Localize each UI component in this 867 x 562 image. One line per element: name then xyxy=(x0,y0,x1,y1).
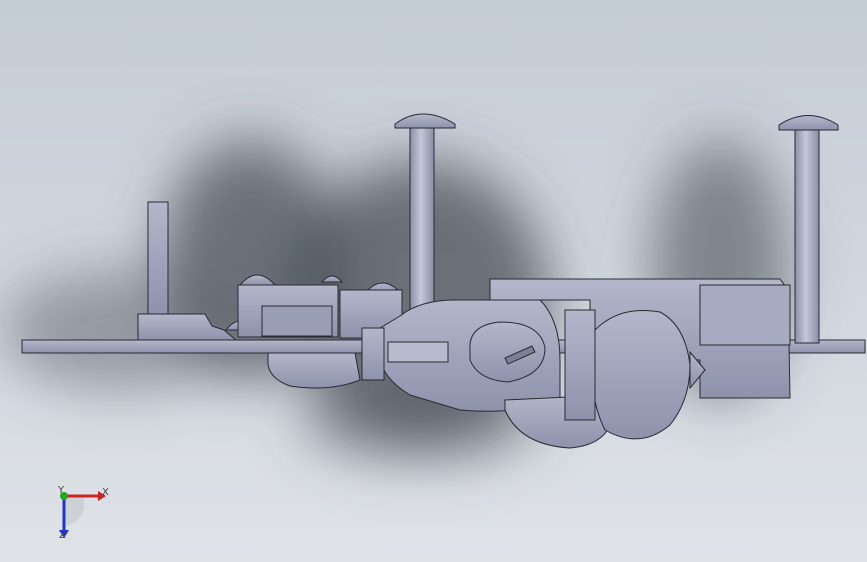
coordinate-triad-icon xyxy=(59,491,106,538)
lever-support[interactable] xyxy=(564,309,596,421)
housing-slot[interactable] xyxy=(261,305,333,337)
pin-left-head[interactable] xyxy=(394,113,456,129)
pin-left-shaft[interactable] xyxy=(409,125,435,317)
axis-label-x: X xyxy=(102,487,109,498)
collar[interactable] xyxy=(361,327,385,381)
graphics-viewport[interactable]: X Y Z xyxy=(0,0,867,562)
right-housing-face[interactable] xyxy=(699,284,791,346)
lever-paddle[interactable] xyxy=(591,309,691,440)
pin-right-shaft[interactable] xyxy=(794,127,820,344)
slot-bar[interactable] xyxy=(387,341,449,363)
vertical-tab[interactable] xyxy=(147,201,169,315)
3d-model-view[interactable] xyxy=(0,0,867,562)
lower-cylinder[interactable] xyxy=(267,352,361,389)
axis-label-z: Z xyxy=(59,530,66,541)
axis-label-y: Y xyxy=(58,485,65,496)
pin-right-head[interactable] xyxy=(778,115,839,131)
